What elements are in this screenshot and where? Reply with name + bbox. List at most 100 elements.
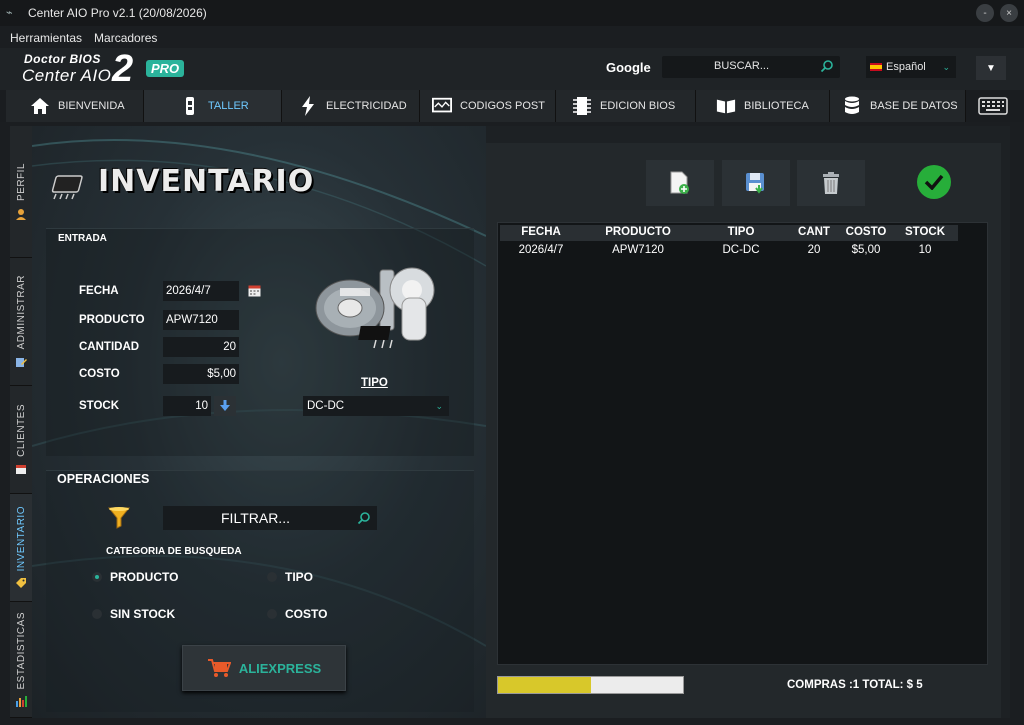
costo-field[interactable]: $5,00 (163, 364, 239, 384)
side-tab-clientes[interactable]: CLIENTES (10, 386, 32, 494)
radio-producto[interactable]: PRODUCTO (92, 570, 178, 584)
column-header-fecha[interactable]: FECHA (500, 226, 582, 238)
logo-pro-badge: PRO (146, 60, 185, 77)
radio-sin-stock[interactable]: SIN STOCK (92, 607, 175, 621)
radio-tipo[interactable]: TIPO (267, 570, 313, 584)
minimize-button[interactable]: - (976, 4, 994, 22)
language-select[interactable]: Español ⌄ (866, 56, 956, 78)
radio-costo[interactable]: COSTO (267, 607, 327, 621)
side-tab-label: ESTADISTICAS (15, 611, 27, 690)
stock-field[interactable]: 10 (163, 396, 211, 416)
delete-button[interactable] (797, 160, 865, 206)
progress-bar (497, 676, 684, 694)
user-icon (16, 208, 26, 220)
save-button[interactable] (722, 160, 790, 206)
costo-label: COSTO (79, 368, 120, 380)
book-icon (716, 96, 736, 116)
tab-label: CODIGOS POST (460, 100, 545, 112)
tab-label: BIBLIOTECA (744, 100, 809, 112)
google-label: Google (606, 60, 651, 75)
table-cell-producto: APW7120 (612, 244, 664, 256)
search-icon[interactable] (357, 511, 371, 525)
table-cell-fecha: 2026/4/7 (518, 244, 564, 256)
producto-label: PRODUCTO (79, 314, 145, 326)
menu-bar: Herramientas Marcadores (0, 28, 157, 48)
side-tab-estadisticas[interactable]: ESTADISTICAS (10, 602, 32, 718)
stock-stepper-button[interactable] (214, 396, 236, 416)
tab-edicion-bios[interactable]: EDICION BIOS (556, 90, 696, 122)
side-tab-label: PERFIL (15, 163, 27, 202)
tab-label: TALLER (208, 100, 249, 112)
trash-icon (823, 172, 839, 194)
radio-label: SIN STOCK (110, 607, 176, 621)
new-document-icon (670, 171, 689, 194)
search-placeholder: BUSCAR... (714, 60, 770, 72)
logo-number: 2 (112, 48, 134, 90)
progress-fill (498, 677, 591, 693)
logo: Doctor BIOS Center AIO 2 PRO (22, 50, 192, 88)
new-record-button[interactable] (646, 160, 714, 206)
tab-electricidad[interactable]: ELECTRICIDAD (282, 90, 420, 122)
menu-herramientas[interactable]: Herramientas (10, 31, 82, 45)
side-tab-administrar[interactable]: ADMINISTRAR (10, 258, 32, 386)
lightning-icon (298, 96, 318, 116)
stock-label: STOCK (79, 400, 120, 412)
radio-dot (92, 572, 102, 582)
code-monitor-icon (432, 96, 452, 116)
edit-icon (16, 357, 27, 367)
database-icon (842, 96, 862, 116)
tab-label: BIENVENIDA (58, 100, 125, 112)
filter-placeholder: FILTRAR... (221, 510, 290, 526)
tab-label: ELECTRICIDAD (326, 100, 407, 112)
side-tab-label: INVENTARIO (15, 505, 27, 572)
tipo-value: DC-DC (307, 400, 345, 412)
title-bar: ⌁ Center AIO Pro v2.1 (20/08/2026) - × (0, 0, 1024, 26)
calendar-icon (16, 464, 26, 474)
table-cell-stock: 10 (918, 244, 932, 256)
chart-icon (16, 696, 27, 708)
shopping-cart-icon (207, 659, 231, 677)
side-tab-inventario[interactable]: INVENTARIO (10, 494, 32, 602)
page-title: INVENTARIO (98, 164, 315, 199)
tipo-select[interactable]: DC-DC ⌄ (303, 396, 449, 416)
tab-bienvenida[interactable]: BIENVENIDA (6, 90, 144, 122)
main-tabs: BIENVENIDA TALLER ELECTRICIDAD CODIGOS P… (0, 90, 1024, 122)
menu-marcadores[interactable]: Marcadores (94, 31, 157, 45)
table-cell-costo: $5,00 (851, 244, 881, 256)
column-header-cant[interactable]: CANT (792, 226, 836, 238)
tipo-label: TIPO (361, 377, 388, 389)
fecha-label: FECHA (79, 285, 119, 297)
confirm-button[interactable] (917, 165, 951, 199)
column-header-producto[interactable]: PRODUCTO (590, 226, 686, 238)
language-value: Español (886, 61, 926, 73)
purchase-summary: COMPRAS :1 TOTAL: $ 5 (787, 679, 923, 691)
side-tab-label: CLIENTES (15, 404, 27, 457)
radio-dot (267, 609, 277, 619)
aliexpress-button[interactable]: ALIEXPRESS (182, 645, 346, 691)
radio-dot (267, 572, 277, 582)
calendar-picker-icon[interactable] (248, 284, 261, 297)
tab-biblioteca[interactable]: BIBLIOTECA (696, 90, 830, 122)
side-tab-perfil[interactable]: PERFIL (10, 126, 32, 258)
tab-codigos-post[interactable]: CODIGOS POST (420, 90, 556, 122)
logo-line1: Doctor BIOS (24, 52, 101, 66)
column-header-tipo[interactable]: TIPO (700, 226, 782, 238)
options-dropdown-button[interactable]: ▼ (976, 56, 1006, 80)
header: Doctor BIOS Center AIO 2 PRO Google BUSC… (0, 48, 1024, 90)
window-title: Center AIO Pro v2.1 (20/08/2026) (28, 6, 207, 20)
column-header-stock[interactable]: STOCK (898, 226, 952, 238)
google-search-input[interactable]: BUSCAR... (662, 56, 840, 78)
entrada-label: ENTRADA (58, 233, 107, 244)
tab-base-de-datos[interactable]: BASE DE DATOS (830, 90, 966, 122)
keyboard-icon[interactable] (978, 96, 1008, 116)
close-button[interactable]: × (1000, 4, 1018, 22)
cantidad-field[interactable]: 20 (163, 337, 239, 357)
logo-line2: Center AIO (22, 66, 112, 85)
filter-input[interactable]: FILTRAR... (163, 506, 377, 530)
tab-taller[interactable]: TALLER (144, 90, 282, 122)
fecha-field[interactable]: 2026/4/7 (163, 281, 239, 301)
search-icon[interactable] (820, 59, 834, 73)
column-header-costo[interactable]: COSTO (840, 226, 892, 238)
producto-field[interactable]: APW7120 (163, 310, 239, 330)
tools-icon (180, 96, 200, 116)
